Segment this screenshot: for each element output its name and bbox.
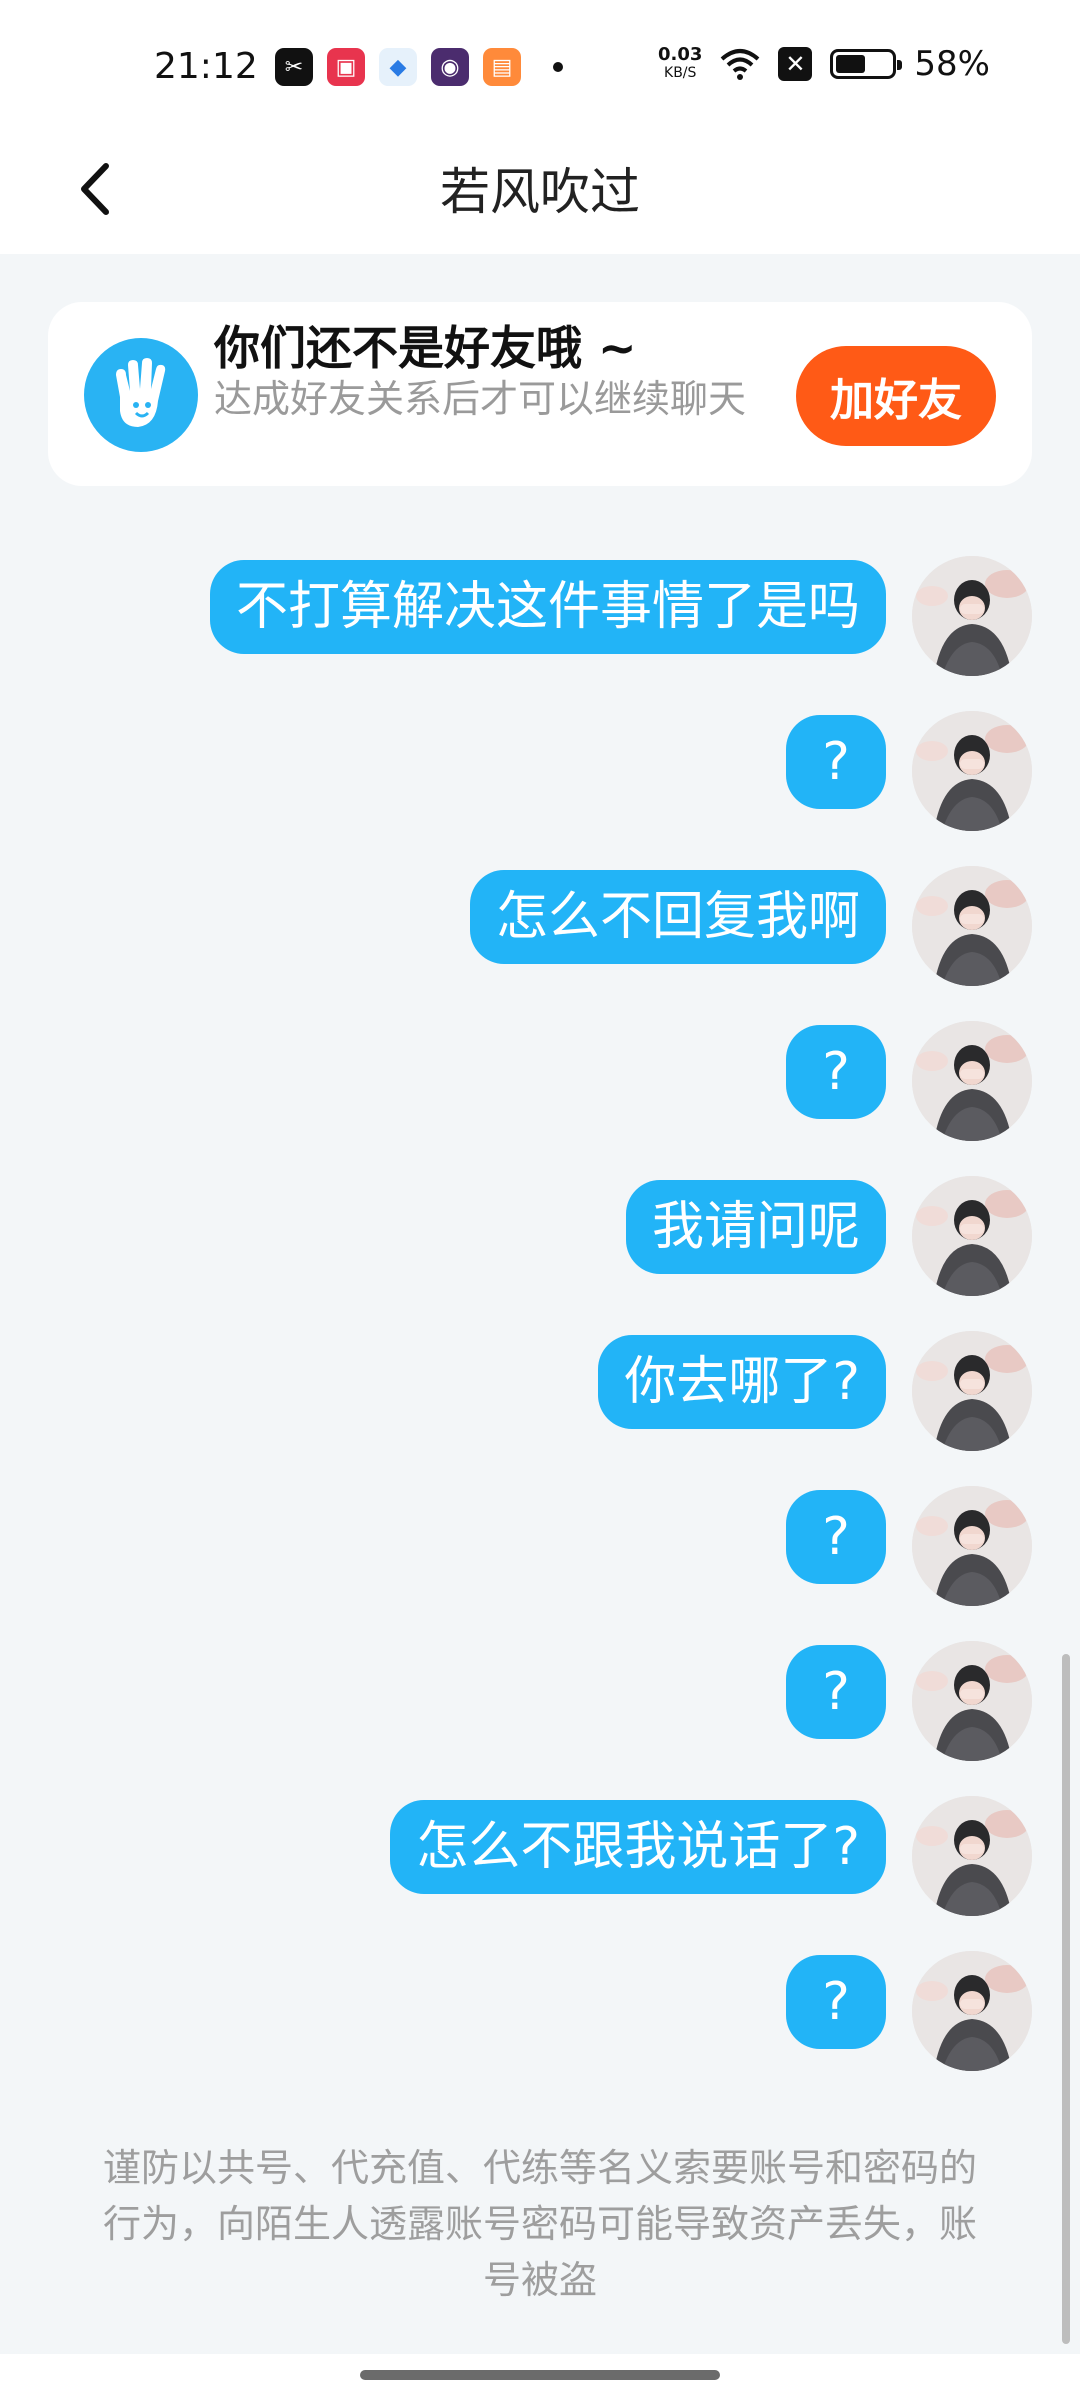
- message-bubble[interactable]: 怎么不回复我啊: [469, 870, 886, 964]
- avatar[interactable]: [912, 1486, 1032, 1606]
- banner-description: 达成好友关系后才可以继续聊天: [214, 377, 747, 421]
- message-bubble[interactable]: 我请问呢: [625, 1180, 886, 1274]
- avatar[interactable]: [912, 1331, 1032, 1451]
- message-bubble[interactable]: ?: [786, 1645, 886, 1739]
- message-row: 不打算解决这件事情了是吗: [0, 556, 1080, 715]
- wave-hand-icon: [84, 338, 198, 452]
- message-row: ?: [0, 1641, 1080, 1800]
- battery-icon: [830, 49, 903, 79]
- message-bubble[interactable]: ?: [786, 1025, 886, 1119]
- page-title: 若风吹过: [440, 163, 640, 221]
- message-bubble[interactable]: ?: [786, 715, 886, 809]
- sim-off-icon: ✕: [778, 47, 813, 81]
- message-bubble[interactable]: ?: [786, 1490, 886, 1584]
- scrollbar[interactable]: [1062, 1654, 1070, 2344]
- wifi-icon: [721, 49, 760, 80]
- net-speed-unit: KB/S: [664, 65, 697, 81]
- avatar[interactable]: [912, 1641, 1032, 1761]
- message-bubble[interactable]: ?: [786, 1955, 886, 2049]
- book-icon: ▤: [483, 48, 521, 86]
- message-bubble[interactable]: 怎么不跟我说话了?: [390, 1800, 886, 1894]
- message-list: 不打算解决这件事情了是吗 ? 怎么不回复我啊 ? 我请问呢 你去哪了? ? ? …: [0, 556, 1080, 2110]
- title-bar: 若风吹过: [0, 130, 1080, 254]
- message-row: 你去哪了?: [0, 1331, 1080, 1490]
- message-bubble[interactable]: 你去哪了?: [598, 1335, 886, 1429]
- message-row: ?: [0, 711, 1080, 870]
- status-bar: 21:12 ✂ ▣ ◆ ◉ ▤ 0.03 KB/S ✕ 58%: [0, 0, 1080, 130]
- message-row: ?: [0, 1486, 1080, 1645]
- message-row: ?: [0, 1951, 1080, 2110]
- net-speed-value: 0.03: [658, 44, 703, 65]
- friend-request-banner: 你们还不是好友哦 ~ 达成好友关系后才可以继续聊天 加好友: [48, 302, 1032, 486]
- game-icon: ◉: [431, 48, 469, 86]
- app-icon: ◆: [379, 48, 417, 86]
- message-row: 我请问呢: [0, 1176, 1080, 1335]
- avatar[interactable]: [912, 1021, 1032, 1141]
- status-time: 21:12: [154, 46, 258, 87]
- message-bubble[interactable]: 不打算解决这件事情了是吗: [209, 560, 886, 654]
- add-friend-button[interactable]: 加好友: [796, 346, 996, 446]
- avatar[interactable]: [912, 1796, 1032, 1916]
- avatar[interactable]: [912, 556, 1032, 676]
- avatar[interactable]: [912, 711, 1032, 831]
- more-notifications-dot: [553, 62, 563, 72]
- home-indicator[interactable]: [360, 2370, 720, 2380]
- banner-title: 你们还不是好友哦 ~: [214, 321, 637, 375]
- battery-percent: 58%: [914, 44, 990, 84]
- avatar[interactable]: [912, 866, 1032, 986]
- avatar[interactable]: [912, 1951, 1032, 2071]
- notification-icons: ✂ ▣ ◆ ◉ ▤: [275, 48, 563, 86]
- message-row: 怎么不跟我说话了?: [0, 1796, 1080, 1955]
- security-warning: 谨防以共号、代充值、代练等名义索要账号和密码的行为，向陌生人透露账号密码可能导致…: [102, 2146, 977, 2302]
- capcut-icon: ✂: [275, 48, 313, 86]
- avatar[interactable]: [912, 1176, 1032, 1296]
- message-row: 怎么不回复我啊: [0, 866, 1080, 1025]
- net-speed: 0.03 KB/S: [658, 46, 702, 82]
- message-row: ?: [0, 1021, 1080, 1180]
- video-recorder-icon: ▣: [327, 48, 365, 86]
